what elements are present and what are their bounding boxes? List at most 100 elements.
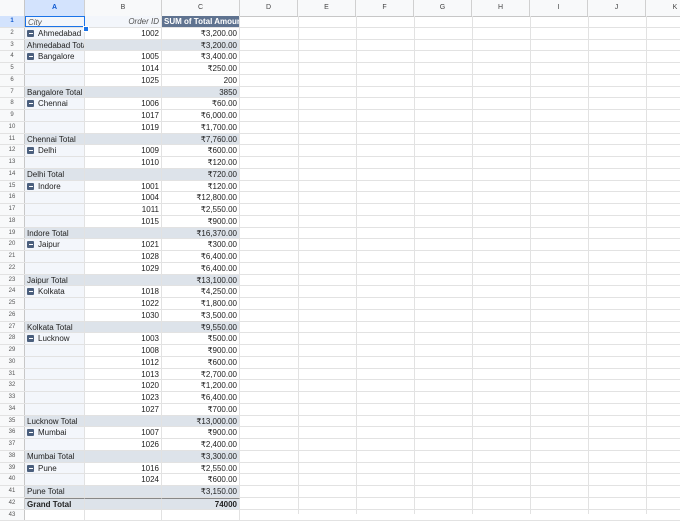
amount-cell[interactable] bbox=[162, 510, 240, 521]
fill-handle[interactable] bbox=[83, 26, 89, 32]
order-id-cell[interactable]: 1026 bbox=[85, 439, 162, 450]
city-cell[interactable] bbox=[25, 204, 85, 215]
row-number[interactable]: 16 bbox=[0, 192, 25, 203]
row-number[interactable]: 39 bbox=[0, 463, 25, 474]
column-header-a[interactable]: A bbox=[25, 0, 85, 16]
amount-cell[interactable]: ₹120.00 bbox=[162, 157, 240, 168]
amount-cell[interactable]: ₹600.00 bbox=[162, 357, 240, 368]
order-id-cell[interactable] bbox=[85, 416, 162, 427]
collapse-minus-icon[interactable] bbox=[27, 183, 34, 190]
city-cell[interactable] bbox=[25, 510, 85, 521]
amount-cell[interactable]: ₹60.00 bbox=[162, 98, 240, 109]
amount-cell[interactable]: ₹3,200.00 bbox=[162, 40, 240, 51]
row-number[interactable]: 26 bbox=[0, 310, 25, 321]
row-number[interactable]: 2 bbox=[0, 28, 25, 39]
amount-cell[interactable]: ₹13,000.00 bbox=[162, 416, 240, 427]
amount-cell[interactable]: ₹1,700.00 bbox=[162, 122, 240, 133]
city-cell[interactable]: Chennai bbox=[25, 98, 85, 109]
select-all-corner[interactable] bbox=[0, 0, 25, 16]
amount-cell[interactable]: ₹3,300.00 bbox=[162, 451, 240, 462]
city-cell[interactable] bbox=[25, 216, 85, 227]
amount-cell[interactable]: 3850 bbox=[162, 87, 240, 98]
row-number[interactable]: 23 bbox=[0, 275, 25, 286]
order-id-cell[interactable] bbox=[85, 498, 162, 509]
order-id-cell[interactable]: 1019 bbox=[85, 122, 162, 133]
amount-cell[interactable]: ₹6,400.00 bbox=[162, 263, 240, 274]
row-number[interactable]: 36 bbox=[0, 427, 25, 438]
row-number[interactable]: 6 bbox=[0, 75, 25, 86]
row-number[interactable]: 32 bbox=[0, 380, 25, 391]
order-id-cell[interactable]: 1009 bbox=[85, 145, 162, 156]
order-id-cell[interactable]: 1030 bbox=[85, 310, 162, 321]
amount-cell[interactable]: ₹3,200.00 bbox=[162, 28, 240, 39]
city-cell[interactable] bbox=[25, 404, 85, 415]
order-id-cell[interactable]: 1021 bbox=[85, 239, 162, 250]
row-number[interactable]: 43 bbox=[0, 510, 25, 521]
collapse-minus-icon[interactable] bbox=[27, 335, 34, 342]
order-id-cell[interactable]: 1018 bbox=[85, 286, 162, 297]
amount-cell[interactable]: ₹2,550.00 bbox=[162, 463, 240, 474]
order-id-cell[interactable]: 1023 bbox=[85, 392, 162, 403]
row-number[interactable]: 3 bbox=[0, 40, 25, 51]
column-header-d[interactable]: D bbox=[240, 0, 298, 16]
city-cell[interactable]: Indore bbox=[25, 181, 85, 192]
order-id-cell[interactable]: 1027 bbox=[85, 404, 162, 415]
order-id-cell[interactable]: 1010 bbox=[85, 157, 162, 168]
amount-cell[interactable]: ₹900.00 bbox=[162, 427, 240, 438]
collapse-minus-icon[interactable] bbox=[27, 465, 34, 472]
city-cell[interactable] bbox=[25, 392, 85, 403]
row-number[interactable]: 30 bbox=[0, 357, 25, 368]
city-cell[interactable]: Mumbai bbox=[25, 427, 85, 438]
collapse-minus-icon[interactable] bbox=[27, 241, 34, 248]
amount-cell[interactable]: ₹120.00 bbox=[162, 181, 240, 192]
city-cell[interactable]: Indore Total bbox=[25, 228, 85, 239]
city-cell[interactable] bbox=[25, 298, 85, 309]
city-cell[interactable]: Bangalore Total bbox=[25, 87, 85, 98]
city-cell[interactable]: Kolkata bbox=[25, 286, 85, 297]
row-number[interactable]: 8 bbox=[0, 98, 25, 109]
order-id-cell[interactable]: 1011 bbox=[85, 204, 162, 215]
city-cell[interactable]: Jaipur bbox=[25, 239, 85, 250]
order-id-cell[interactable] bbox=[85, 134, 162, 145]
row-number[interactable]: 29 bbox=[0, 345, 25, 356]
row-number[interactable]: 27 bbox=[0, 322, 25, 333]
column-header-f[interactable]: F bbox=[356, 0, 414, 16]
order-id-cell[interactable]: 1004 bbox=[85, 192, 162, 203]
city-cell[interactable] bbox=[25, 380, 85, 391]
order-id-cell[interactable]: 1028 bbox=[85, 251, 162, 262]
column-header-e[interactable]: E bbox=[298, 0, 356, 16]
row-number[interactable]: 14 bbox=[0, 169, 25, 180]
city-cell[interactable] bbox=[25, 75, 85, 86]
amount-cell[interactable]: ₹6,400.00 bbox=[162, 392, 240, 403]
column-header-b[interactable]: B bbox=[85, 0, 162, 16]
row-number[interactable]: 15 bbox=[0, 181, 25, 192]
amount-cell[interactable]: ₹600.00 bbox=[162, 145, 240, 156]
amount-cell[interactable]: ₹720.00 bbox=[162, 169, 240, 180]
row-number[interactable]: 21 bbox=[0, 251, 25, 262]
row-number[interactable]: 19 bbox=[0, 228, 25, 239]
order-id-cell[interactable]: 1015 bbox=[85, 216, 162, 227]
row-number[interactable]: 31 bbox=[0, 369, 25, 380]
row-number[interactable]: 11 bbox=[0, 134, 25, 145]
row-number[interactable]: 40 bbox=[0, 474, 25, 485]
city-cell[interactable]: Bangalore bbox=[25, 51, 85, 62]
amount-cell[interactable]: ₹700.00 bbox=[162, 404, 240, 415]
row-number[interactable]: 17 bbox=[0, 204, 25, 215]
amount-cell[interactable]: 200 bbox=[162, 75, 240, 86]
row-number[interactable]: 38 bbox=[0, 451, 25, 462]
collapse-minus-icon[interactable] bbox=[27, 53, 34, 60]
amount-cell[interactable]: ₹900.00 bbox=[162, 345, 240, 356]
order-id-cell[interactable] bbox=[85, 322, 162, 333]
order-id-cell[interactable]: 1003 bbox=[85, 333, 162, 344]
amount-cell[interactable]: ₹6,000.00 bbox=[162, 110, 240, 121]
amount-cell[interactable]: ₹7,760.00 bbox=[162, 134, 240, 145]
collapse-minus-icon[interactable] bbox=[27, 30, 34, 37]
amount-cell[interactable]: ₹900.00 bbox=[162, 216, 240, 227]
amount-cell[interactable]: ₹2,550.00 bbox=[162, 204, 240, 215]
order-id-cell[interactable]: 1012 bbox=[85, 357, 162, 368]
amount-cell[interactable]: ₹16,370.00 bbox=[162, 228, 240, 239]
row-number[interactable]: 9 bbox=[0, 110, 25, 121]
column-header-k[interactable]: K bbox=[646, 0, 680, 16]
row-number[interactable]: 41 bbox=[0, 486, 25, 497]
order-id-cell[interactable]: 1029 bbox=[85, 263, 162, 274]
